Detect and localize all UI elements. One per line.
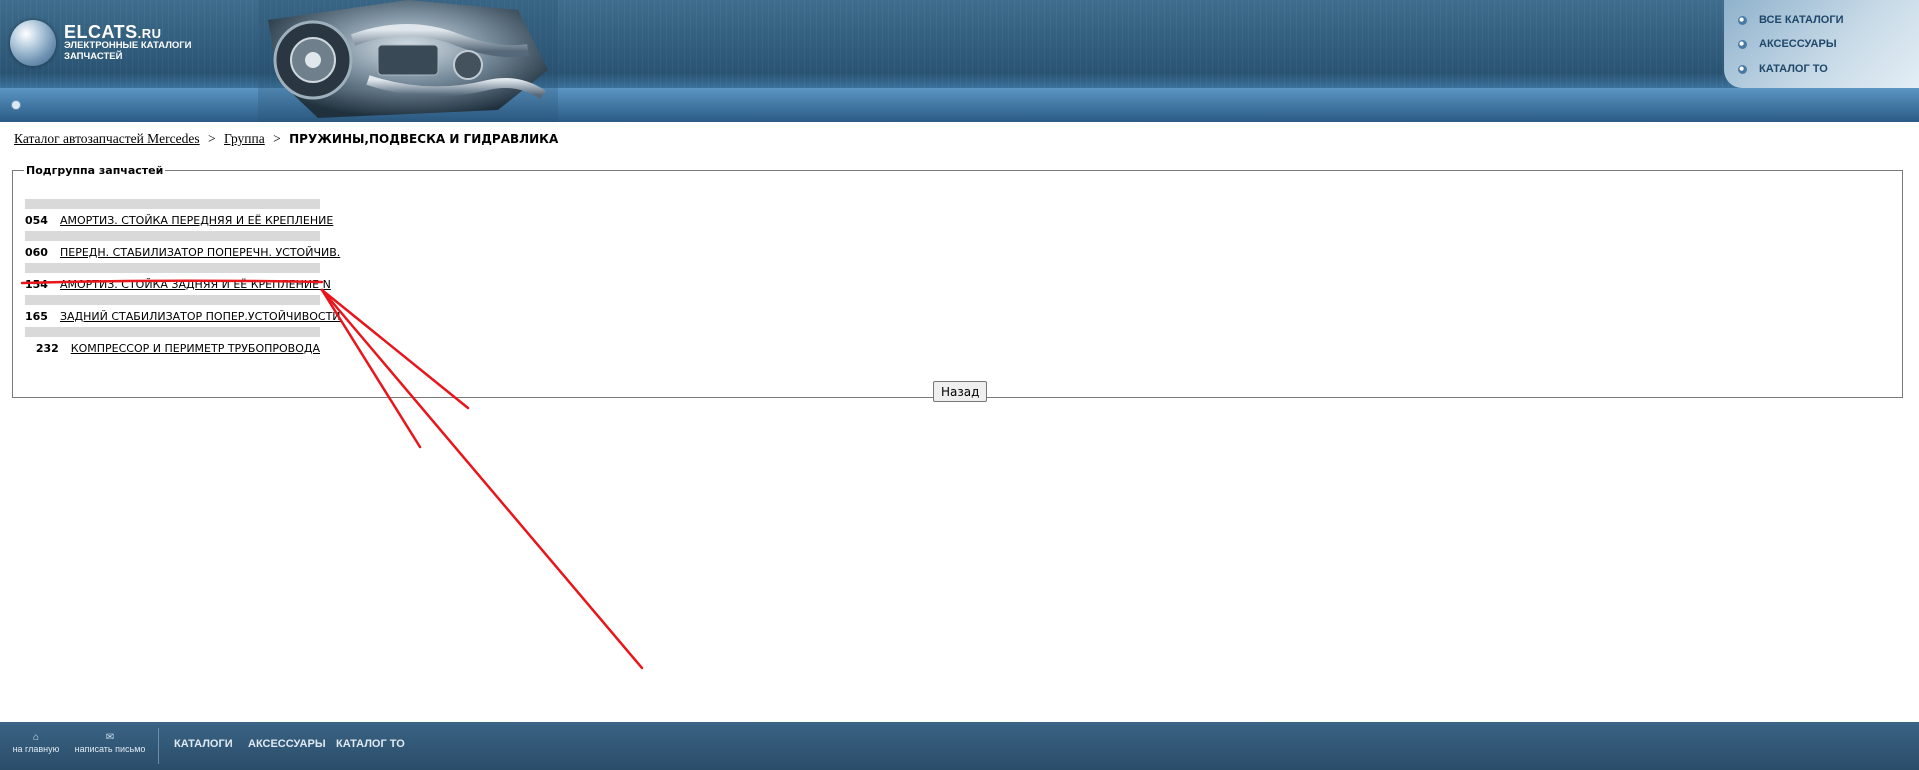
site-footer: ⌂ на главную ✉ написать письмо КАТАЛОГИ …: [0, 722, 1919, 770]
breadcrumb-group-link[interactable]: Группа: [224, 131, 265, 146]
subgroup-row-054: 054 АМОРТИЗ. СТОЙКА ПЕРЕДНЯЯ И ЕЁ КРЕПЛЕ…: [25, 209, 333, 231]
subgroup-code: 154: [25, 277, 48, 291]
back-button[interactable]: Назад: [933, 381, 988, 402]
site-header: ELCATS.RU ЭЛЕКТРОННЫЕ КАТАЛОГИ ЗАПЧАСТЕЙ: [0, 0, 1919, 122]
bullet-icon: [1738, 15, 1747, 25]
footer-divider: [158, 728, 159, 764]
logo-subtitle: ЭЛЕКТРОННЫЕ КАТАЛОГИ ЗАПЧАСТЕЙ: [64, 40, 192, 62]
envelope-icon: ✉: [105, 732, 115, 743]
row-separator: [25, 327, 320, 337]
breadcrumb-separator: >: [273, 131, 281, 146]
footer-link-catalogs[interactable]: КАТАЛОГИ: [174, 738, 233, 750]
header-bullet-icon[interactable]: [11, 100, 21, 110]
top-menu: ВСЕ КАТАЛОГИ АКСЕССУАРЫ КАТАЛОГ ТО: [1724, 0, 1919, 88]
subgroup-link[interactable]: КОМПРЕССОР И ПЕРИМЕТР ТРУБОПРОВОДА: [71, 342, 320, 355]
breadcrumb-catalog-link[interactable]: Каталог автозапчастей Mercedes: [14, 131, 200, 146]
bullet-icon: [1738, 39, 1747, 49]
subgroup-link[interactable]: АМОРТИЗ. СТОЙКА ЗАДНЯЯ И ЕЁ КРЕПЛЕНИЕ N: [60, 278, 331, 291]
top-menu-accessories[interactable]: АКСЕССУАРЫ: [1738, 36, 1837, 52]
top-menu-label: АКСЕССУАРЫ: [1759, 38, 1837, 50]
subgroup-code: 232: [35, 341, 59, 355]
footer-home-button[interactable]: ⌂ на главную: [6, 732, 66, 754]
breadcrumb-current: ПРУЖИНЫ,ПОДВЕСКА И ГИДРАВЛИКА: [289, 132, 559, 146]
subgroup-row-232: 232 КОМПРЕССОР И ПЕРИМЕТР ТРУБОПРОВОДА: [25, 337, 320, 359]
bullet-icon: [1738, 64, 1747, 74]
logo-name-text: ELCATS: [64, 22, 138, 42]
subgroup-link[interactable]: АМОРТИЗ. СТОЙКА ПЕРЕДНЯЯ И ЕЁ КРЕПЛЕНИЕ: [60, 214, 333, 227]
row-separator: [25, 263, 320, 273]
top-menu-label: ВСЕ КАТАЛОГИ: [1759, 14, 1844, 26]
subgroup-list: 054 АМОРТИЗ. СТОЙКА ПЕРЕДНЯЯ И ЕЁ КРЕПЛЕ…: [25, 199, 341, 359]
footer-link-to-catalog[interactable]: КАТАЛОГ ТО: [336, 738, 405, 750]
top-menu-to-catalog[interactable]: КАТАЛОГ ТО: [1738, 61, 1828, 77]
footer-mail-button[interactable]: ✉ написать письмо: [72, 732, 148, 754]
subgroup-code: 165: [25, 309, 48, 323]
top-menu-all-catalogs[interactable]: ВСЕ КАТАЛОГИ: [1738, 12, 1844, 28]
engine-image: [258, 0, 558, 122]
footer-home-label: на главную: [12, 744, 60, 754]
subgroup-fieldset: Подгруппа запчастей 054 АМОРТИЗ. СТОЙКА …: [12, 164, 1903, 402]
row-separator: [25, 199, 320, 209]
top-menu-label: КАТАЛОГ ТО: [1759, 63, 1828, 75]
breadcrumb: Каталог автозапчастей Mercedes > Группа …: [14, 131, 558, 147]
subgroup-code: 054: [25, 213, 48, 227]
globe-logo-icon[interactable]: [10, 20, 56, 66]
subgroup-code: 060: [25, 245, 48, 259]
subgroup-legend: Подгруппа запчастей: [26, 164, 164, 177]
subgroup-row-154: 154 АМОРТИЗ. СТОЙКА ЗАДНЯЯ И ЕЁ КРЕПЛЕНИ…: [25, 273, 331, 295]
footer-mail-label: написать письмо: [74, 744, 146, 754]
subgroup-link[interactable]: ПЕРЕДН. СТАБИЛИЗАТОР ПОПЕРЕЧН. УСТОЙЧИВ.: [60, 246, 340, 259]
logo-domain-text: .RU: [137, 26, 162, 41]
row-separator: [25, 295, 320, 305]
breadcrumb-separator: >: [208, 131, 216, 146]
row-separator: [25, 231, 320, 241]
subgroup-row-060: 060 ПЕРЕДН. СТАБИЛИЗАТОР ПОПЕРЕЧН. УСТОЙ…: [25, 241, 340, 263]
footer-link-accessories[interactable]: АКСЕССУАРЫ: [248, 738, 326, 750]
subgroup-link[interactable]: ЗАДНИЙ СТАБИЛИЗАТОР ПОПЕР.УСТОЙЧИВОСТИ: [60, 310, 341, 323]
subgroup-row-165: 165 ЗАДНИЙ СТАБИЛИЗАТОР ПОПЕР.УСТОЙЧИВОС…: [25, 305, 341, 327]
home-icon: ⌂: [32, 732, 40, 743]
